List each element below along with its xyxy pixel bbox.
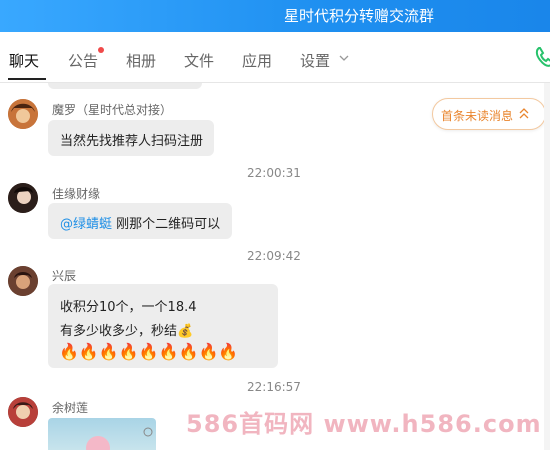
phone-icon[interactable]: [535, 46, 550, 68]
tab-chat[interactable]: 聊天: [9, 50, 39, 71]
tab-announcement[interactable]: 公告: [68, 50, 98, 71]
first-unread-button[interactable]: 首条未读消息: [432, 98, 546, 130]
timestamp: 22:00:31: [247, 166, 301, 180]
tab-album[interactable]: 相册: [126, 50, 156, 71]
fire-emoji-row: 🔥🔥🔥🔥🔥🔥🔥🔥🔥: [59, 342, 239, 361]
sender-name: 余树莲: [52, 401, 89, 415]
avatar[interactable]: [8, 183, 38, 213]
sender-name: 佳缘财缘: [52, 187, 101, 201]
message-bubble[interactable]: @绿蜻蜓 刚那个二维码可以: [48, 203, 232, 239]
avatar[interactable]: [8, 397, 38, 427]
message-text: 有多少收多少，秒结: [60, 324, 178, 339]
tab-settings[interactable]: 设置: [300, 50, 330, 71]
double-chevron-up-icon: [519, 108, 529, 119]
sender-name: 魔罗（星时代总对接）: [52, 103, 173, 117]
timestamp: 22:16:57: [247, 380, 301, 394]
scrollbar[interactable]: [544, 83, 550, 450]
chat-area[interactable]: 魔罗（星时代总对接） 当然先找推荐人扫码注册 22:00:31 佳缘财缘 @绿蜻…: [0, 83, 550, 450]
message-bubble[interactable]: 当然先找推荐人扫码注册: [48, 120, 214, 156]
message-body: 刚那个二维码可以: [112, 217, 221, 232]
notification-dot: [98, 47, 104, 53]
avatar[interactable]: [8, 99, 38, 129]
title-bar: 星时代积分转赠交流群: [0, 0, 550, 32]
active-tab-indicator: [8, 78, 46, 80]
tab-bar: 聊天 公告 相册 文件 应用 设置: [0, 32, 550, 83]
sender-name: 兴辰: [52, 269, 77, 283]
image-message[interactable]: [48, 418, 156, 450]
tab-files[interactable]: 文件: [184, 50, 214, 71]
watermark: 586首码网 www.h586.com: [186, 410, 542, 438]
message-text: 有多少收多少，秒结💰: [60, 320, 193, 339]
message-bubble[interactable]: 收积分10个，一个18.4 有多少收多少，秒结💰 🔥🔥🔥🔥🔥🔥🔥🔥🔥: [48, 284, 278, 368]
timestamp: 22:09:42: [247, 249, 301, 263]
message-text: @绿蜻蜓 刚那个二维码可以: [60, 213, 220, 232]
message-text: 收积分10个，一个18.4: [60, 300, 197, 315]
avatar[interactable]: [8, 266, 38, 296]
tab-apps[interactable]: 应用: [242, 50, 272, 71]
chevron-down-icon[interactable]: [339, 53, 349, 63]
mention-link[interactable]: @绿蜻蜓: [60, 217, 112, 232]
message-text: 当然先找推荐人扫码注册: [60, 134, 204, 149]
first-unread-label: 首条未读消息: [441, 109, 514, 123]
money-bag-emoji: 💰: [177, 324, 194, 339]
previous-message-bubble: [48, 83, 202, 89]
window-title: 星时代积分转赠交流群: [284, 7, 435, 25]
